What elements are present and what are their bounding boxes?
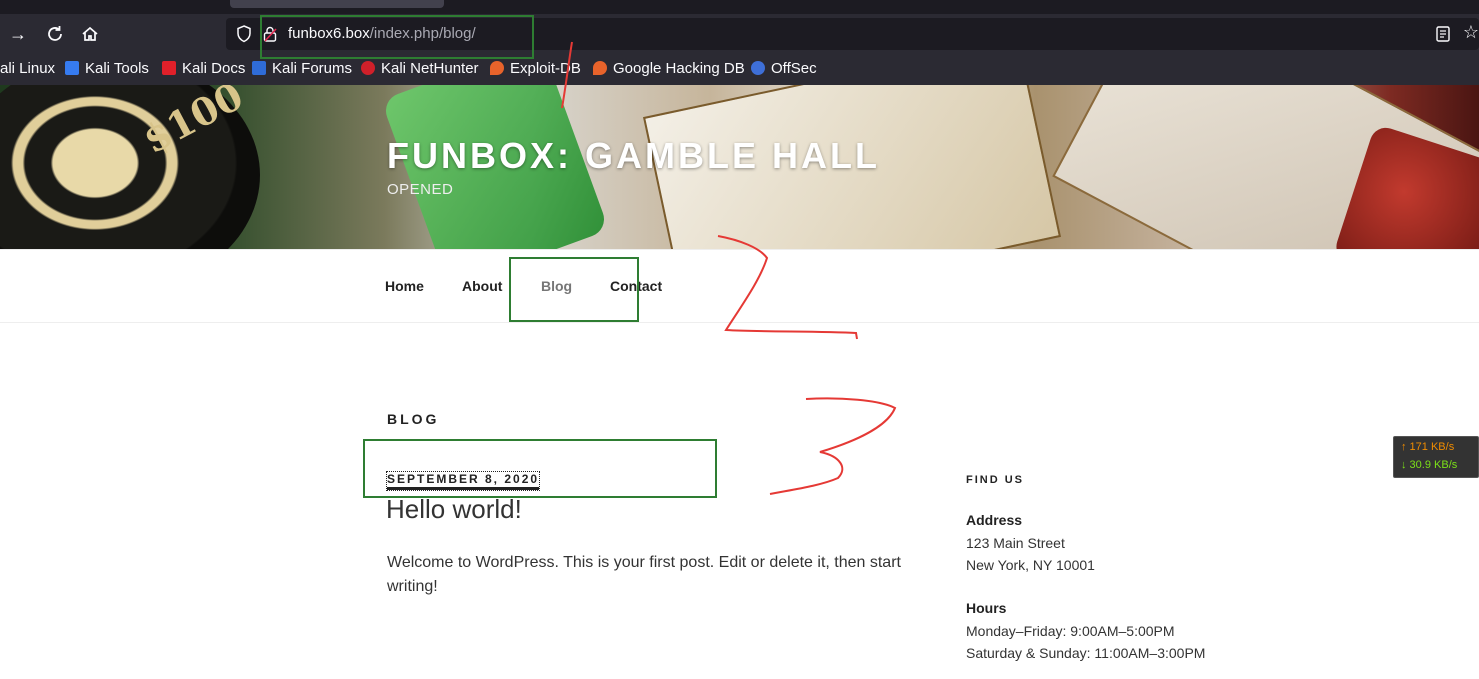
kali-tools-icon bbox=[65, 61, 79, 75]
reader-view-icon[interactable] bbox=[1435, 25, 1451, 43]
home-icon[interactable] bbox=[78, 22, 102, 46]
post-date[interactable]: SEPTEMBER 8, 2020 bbox=[385, 471, 541, 491]
bookmark-offsec[interactable]: OffSec bbox=[751, 60, 817, 77]
widget-title: FIND US bbox=[966, 474, 1024, 486]
ghdb-icon bbox=[593, 61, 607, 75]
bookmark-star-icon[interactable]: ☆ bbox=[1463, 22, 1479, 43]
nav-blog[interactable]: Blog bbox=[541, 278, 572, 294]
post-title[interactable]: Hello world! bbox=[386, 494, 522, 525]
reload-icon[interactable] bbox=[43, 22, 67, 46]
nav-home[interactable]: Home bbox=[385, 278, 424, 294]
nav-about[interactable]: About bbox=[462, 278, 502, 294]
bookmark-kali-forums[interactable]: Kali Forums bbox=[252, 60, 352, 77]
url-text[interactable]: funbox6.box/index.php/blog/ bbox=[288, 25, 476, 42]
url-bar[interactable]: funbox6.box/index.php/blog/ ☆ bbox=[226, 18, 1479, 50]
active-tab[interactable] bbox=[230, 0, 444, 8]
upload-speed: ↑ 171 KB/s bbox=[1401, 441, 1455, 453]
download-speed: ↓ 30.9 KB/s bbox=[1401, 459, 1458, 471]
bookmark-kali-tools[interactable]: Kali Tools bbox=[65, 60, 149, 77]
bookmark-google-hacking-db[interactable]: Google Hacking DB bbox=[593, 60, 745, 77]
site-navigation: Home About Blog Contact bbox=[0, 249, 1479, 323]
browser-toolbar: → funbox6.box/index.php/blog/ ☆ bbox=[0, 14, 1479, 54]
bookmarks-toolbar: ali Linux Kali Tools Kali Docs Kali Foru… bbox=[0, 54, 1479, 86]
bookmark-kali-nethunter[interactable]: Kali NetHunter bbox=[361, 60, 479, 77]
network-speed-widget: ↑ 171 KB/s ↓ 30.9 KB/s bbox=[1393, 436, 1479, 478]
hours-weekend: Saturday & Sunday: 11:00AM–3:00PM bbox=[966, 645, 1206, 661]
exploit-db-icon bbox=[490, 61, 504, 75]
address-line-1: 123 Main Street bbox=[966, 535, 1065, 551]
hours-weekday: Monday–Friday: 9:00AM–5:00PM bbox=[966, 623, 1175, 639]
kali-docs-icon bbox=[162, 61, 176, 75]
nav-contact[interactable]: Contact bbox=[610, 278, 662, 294]
forward-arrow-icon[interactable]: → bbox=[6, 22, 30, 46]
shield-icon[interactable] bbox=[234, 24, 254, 44]
post-excerpt: Welcome to WordPress. This is your first… bbox=[387, 554, 901, 595]
bookmark-exploit-db[interactable]: Exploit-DB bbox=[490, 60, 581, 77]
offsec-icon bbox=[751, 61, 765, 75]
bookmark-kali-docs[interactable]: Kali Docs bbox=[162, 60, 245, 77]
tab-strip bbox=[0, 0, 1479, 14]
lock-icon[interactable] bbox=[262, 25, 278, 43]
hours-label: Hours bbox=[966, 600, 1007, 616]
annotation-mark-3 bbox=[769, 397, 897, 495]
site-tagline: OPENED bbox=[387, 181, 454, 198]
kali-forums-icon bbox=[252, 61, 266, 75]
address-label: Address bbox=[966, 512, 1023, 528]
address-line-2: New York, NY 10001 bbox=[966, 557, 1095, 573]
site-title[interactable]: FUNBOX: GAMBLE HALL bbox=[387, 135, 880, 177]
bookmark-kali-linux[interactable]: ali Linux bbox=[0, 60, 55, 77]
page-title: BLOG bbox=[387, 411, 440, 427]
nethunter-icon bbox=[361, 61, 375, 75]
